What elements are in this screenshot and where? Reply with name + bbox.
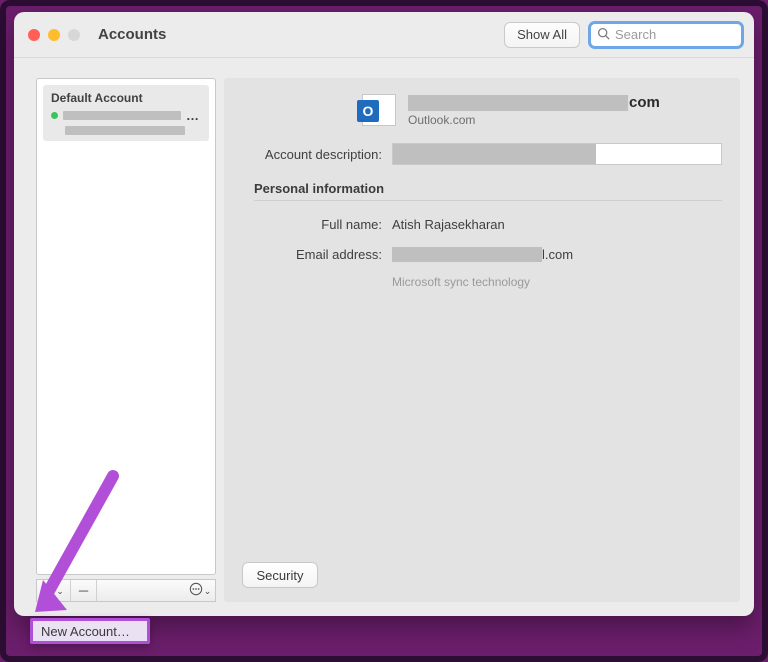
search-icon [597, 27, 610, 43]
add-account-menu: New Account… [30, 618, 150, 644]
chevron-down-icon: ⌄ [204, 586, 212, 597]
accounts-window: Accounts Show All Default Account … [14, 12, 754, 616]
ellipsis-icon: … [186, 108, 200, 123]
close-window-button[interactable] [28, 29, 40, 41]
window-body: Default Account … ＋ ⌄ － [14, 58, 754, 616]
account-list[interactable]: Default Account … [36, 78, 216, 575]
personal-information-heading: Personal information [254, 181, 722, 201]
account-detail-panel: com Outlook.com Account description: Per… [224, 78, 740, 602]
show-all-button[interactable]: Show All [504, 22, 580, 48]
window-title: Accounts [98, 26, 166, 43]
search-field[interactable] [588, 21, 744, 49]
minus-icon: － [77, 581, 90, 600]
email-address-value: l.com [392, 247, 573, 262]
add-account-button[interactable]: ＋ ⌄ [37, 580, 71, 601]
redacted-text [63, 111, 181, 120]
account-description-field[interactable] [392, 143, 722, 165]
search-input[interactable] [615, 27, 735, 42]
account-list-item[interactable]: Default Account … [43, 85, 209, 141]
account-header: com Outlook.com [242, 94, 722, 127]
titlebar: Accounts Show All [14, 12, 754, 58]
traffic-lights [28, 29, 80, 41]
chevron-down-icon: ⌄ [56, 586, 64, 597]
full-name-value: Atish Rajasekharan [392, 217, 505, 232]
account-name: Default Account [51, 91, 201, 105]
security-button[interactable]: Security [242, 562, 318, 588]
outlook-icon [362, 94, 396, 126]
plus-icon: ＋ [43, 581, 56, 600]
zoom-window-button[interactable] [68, 29, 80, 41]
sync-technology-note: Microsoft sync technology [392, 275, 722, 289]
remove-account-button[interactable]: － [71, 580, 97, 601]
sidebar: Default Account … ＋ ⌄ － [36, 78, 216, 602]
account-description-label: Account description: [242, 147, 382, 162]
redacted-text [408, 95, 628, 111]
email-address-label: Email address: [242, 247, 382, 262]
account-email-heading: com [408, 94, 660, 111]
account-actions-button[interactable]: ⌄ [185, 580, 215, 601]
redacted-text [393, 144, 596, 164]
menu-item-new-account[interactable]: New Account… [41, 624, 130, 639]
redacted-text [392, 247, 542, 262]
minimize-window-button[interactable] [48, 29, 60, 41]
sidebar-toolbar: ＋ ⌄ － ⌄ [36, 579, 216, 602]
status-online-icon [51, 112, 58, 119]
full-name-label: Full name: [242, 217, 382, 232]
ellipsis-circle-icon [189, 582, 203, 599]
account-service: Outlook.com [408, 113, 660, 127]
redacted-text [65, 126, 185, 135]
